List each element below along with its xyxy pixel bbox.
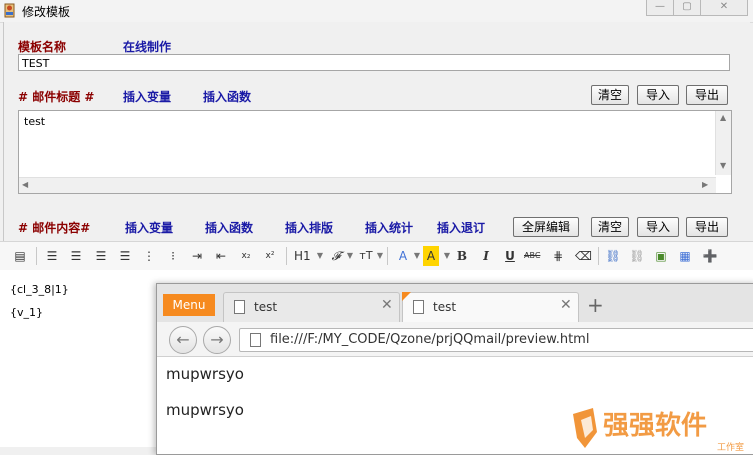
scroll-right-icon[interactable]: ▶ [702, 180, 708, 189]
subject-export-button[interactable]: 导出 [686, 85, 728, 105]
horizontal-rule-icon[interactable]: ➕ [702, 246, 718, 266]
scroll-left-icon[interactable]: ◀ [22, 180, 28, 189]
content-insert-unsubscribe-link[interactable]: 插入退订 [437, 219, 485, 236]
subject-label: # 邮件标题 # [18, 90, 95, 104]
scroll-up-icon[interactable]: ▲ [720, 113, 726, 122]
indent-icon[interactable]: ⇥ [189, 246, 205, 266]
online-make-link[interactable]: 在线制作 [123, 38, 171, 55]
browser-menu-button[interactable]: Menu [163, 294, 215, 316]
table-grid-icon[interactable]: ⋕ [550, 246, 566, 266]
subject-insert-function-link[interactable]: 插入函数 [203, 88, 251, 105]
subject-text: test [24, 115, 46, 128]
outdent-icon[interactable]: ⇤ [213, 246, 229, 266]
source-icon[interactable]: ▤ [12, 246, 28, 266]
chevron-down-icon[interactable]: ▼ [342, 246, 358, 266]
toolbar-separator [598, 247, 599, 265]
editor-line: {v_1} [10, 306, 44, 319]
table-icon[interactable]: ▦ [677, 246, 693, 266]
template-name-label: 模板名称 [18, 40, 67, 54]
new-tab-button[interactable]: + [587, 293, 604, 317]
page-icon [234, 300, 245, 314]
heading-dropdown[interactable]: H1 [294, 246, 311, 266]
svg-text:强强软件: 强强软件 [603, 411, 707, 441]
tab-corner-marker [402, 292, 411, 301]
align-justify-icon[interactable]: ☰ [117, 246, 133, 266]
subject-textarea[interactable]: test ▲ ▼ ◀ ▶ [18, 110, 732, 194]
browser-tab-strip: Menu test ✕ test ✕ + [157, 284, 753, 323]
tab-close-icon[interactable]: ✕ [381, 297, 393, 313]
browser-tab-title: test [433, 300, 457, 314]
minimize-button[interactable]: — [646, 0, 674, 16]
align-left-icon[interactable]: ☰ [44, 246, 60, 266]
content-insert-function-link[interactable]: 插入函数 [205, 219, 253, 236]
address-text: file:///F:/MY_CODE/Qzone/prjQQmail/previ… [270, 332, 590, 347]
unordered-list-icon[interactable]: ⁝ [165, 246, 181, 266]
image-icon[interactable]: ▣ [653, 246, 669, 266]
browser-tab-active[interactable]: test ✕ [402, 292, 579, 323]
content-clear-button[interactable]: 清空 [591, 217, 629, 237]
editor-line: {cl_3_8|1} [10, 283, 69, 296]
browser-tab-title: test [254, 300, 278, 314]
page-text-line: mupwrsyo [166, 401, 244, 419]
chevron-down-icon[interactable]: ▼ [372, 246, 388, 266]
eraser-icon[interactable]: ⌫ [575, 246, 592, 266]
app-icon [4, 3, 15, 18]
editor-toolbar: ▤ ☰ ☰ ☰ ☰ ⋮ ⁝ ⇥ ⇤ x₂ x² H1 ▼ 𝓕 ▼ тT ▼ A … [0, 241, 753, 271]
unlink-icon[interactable]: ⛓ [629, 246, 645, 266]
fullscreen-edit-button[interactable]: 全屏编辑 [513, 217, 579, 237]
tab-close-icon[interactable]: ✕ [560, 297, 572, 313]
subject-import-button[interactable]: 导入 [637, 85, 679, 105]
content-insert-variable-link[interactable]: 插入变量 [125, 219, 173, 236]
file-icon [250, 333, 261, 347]
subject-horizontal-scrollbar[interactable]: ◀ ▶ [19, 177, 716, 193]
scroll-down-icon[interactable]: ▼ [720, 161, 726, 170]
svg-text:工作室: 工作室 [717, 441, 744, 453]
underline-button[interactable]: U [502, 246, 518, 266]
highlight-button[interactable]: A [423, 246, 439, 266]
align-right-icon[interactable]: ☰ [93, 246, 109, 266]
subscript-button[interactable]: x₂ [238, 246, 254, 266]
content-insert-stats-link[interactable]: 插入统计 [365, 219, 413, 236]
title-bar: 修改模板 — ▢ ✕ [0, 0, 753, 23]
content-label: # 邮件内容# [18, 221, 91, 235]
preview-browser-window: Menu test ✕ test ✕ + ← → file:///F:/MY_C… [156, 283, 753, 455]
close-button[interactable]: ✕ [700, 0, 748, 16]
subject-vertical-scrollbar[interactable]: ▲ ▼ [715, 111, 731, 175]
forward-arrow-icon[interactable]: → [203, 326, 231, 354]
bold-button[interactable]: B [454, 246, 470, 266]
toolbar-separator [387, 247, 388, 265]
chevron-down-icon[interactable]: ▼ [439, 246, 455, 266]
back-arrow-icon[interactable]: ← [169, 326, 197, 354]
align-center-icon[interactable]: ☰ [68, 246, 84, 266]
page-icon [413, 300, 424, 314]
content-insert-layout-link[interactable]: 插入排版 [285, 219, 333, 236]
subject-clear-button[interactable]: 清空 [591, 85, 629, 105]
toolbar-separator [36, 247, 37, 265]
window-title: 修改模板 [22, 5, 71, 19]
superscript-button[interactable]: x² [262, 246, 278, 266]
maximize-button[interactable]: ▢ [673, 0, 701, 16]
ordered-list-icon[interactable]: ⋮ [141, 246, 157, 266]
watermark-logo: 强强软件 工作室 [573, 408, 744, 453]
browser-nav-bar: ← → file:///F:/MY_CODE/Qzone/prjQQmail/p… [157, 322, 753, 357]
content-import-button[interactable]: 导入 [637, 217, 679, 237]
toolbar-separator [286, 247, 287, 265]
link-icon[interactable]: ⛓ [605, 246, 621, 266]
content-export-button[interactable]: 导出 [686, 217, 728, 237]
page-text-line: mupwrsyo [166, 365, 244, 383]
subject-insert-variable-link[interactable]: 插入变量 [123, 88, 171, 105]
chevron-down-icon[interactable]: ▼ [312, 246, 328, 266]
italic-button[interactable]: I [478, 246, 494, 266]
strikethrough-button[interactable]: ABC [524, 246, 540, 266]
template-name-input[interactable]: TEST [18, 54, 730, 71]
address-bar[interactable]: file:///F:/MY_CODE/Qzone/prjQQmail/previ… [239, 328, 753, 352]
browser-tab[interactable]: test ✕ [223, 292, 400, 323]
